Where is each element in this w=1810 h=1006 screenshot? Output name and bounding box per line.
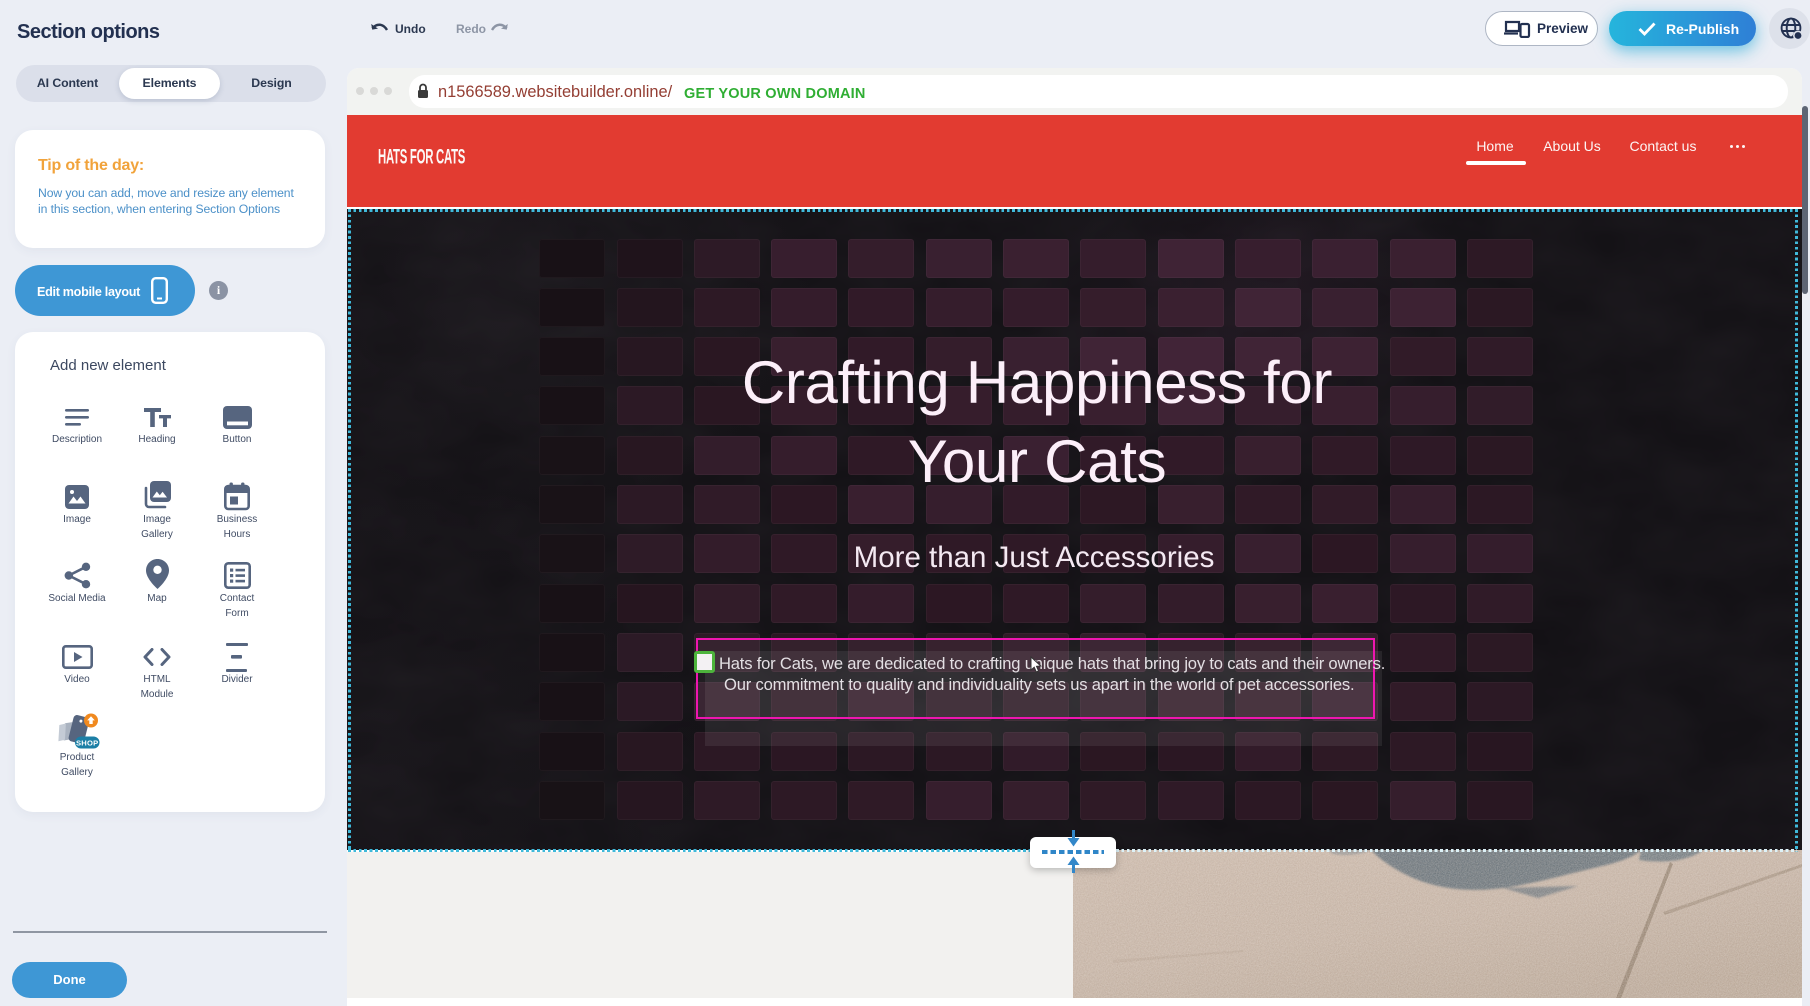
svg-text:SHOP: SHOP [76,739,98,748]
